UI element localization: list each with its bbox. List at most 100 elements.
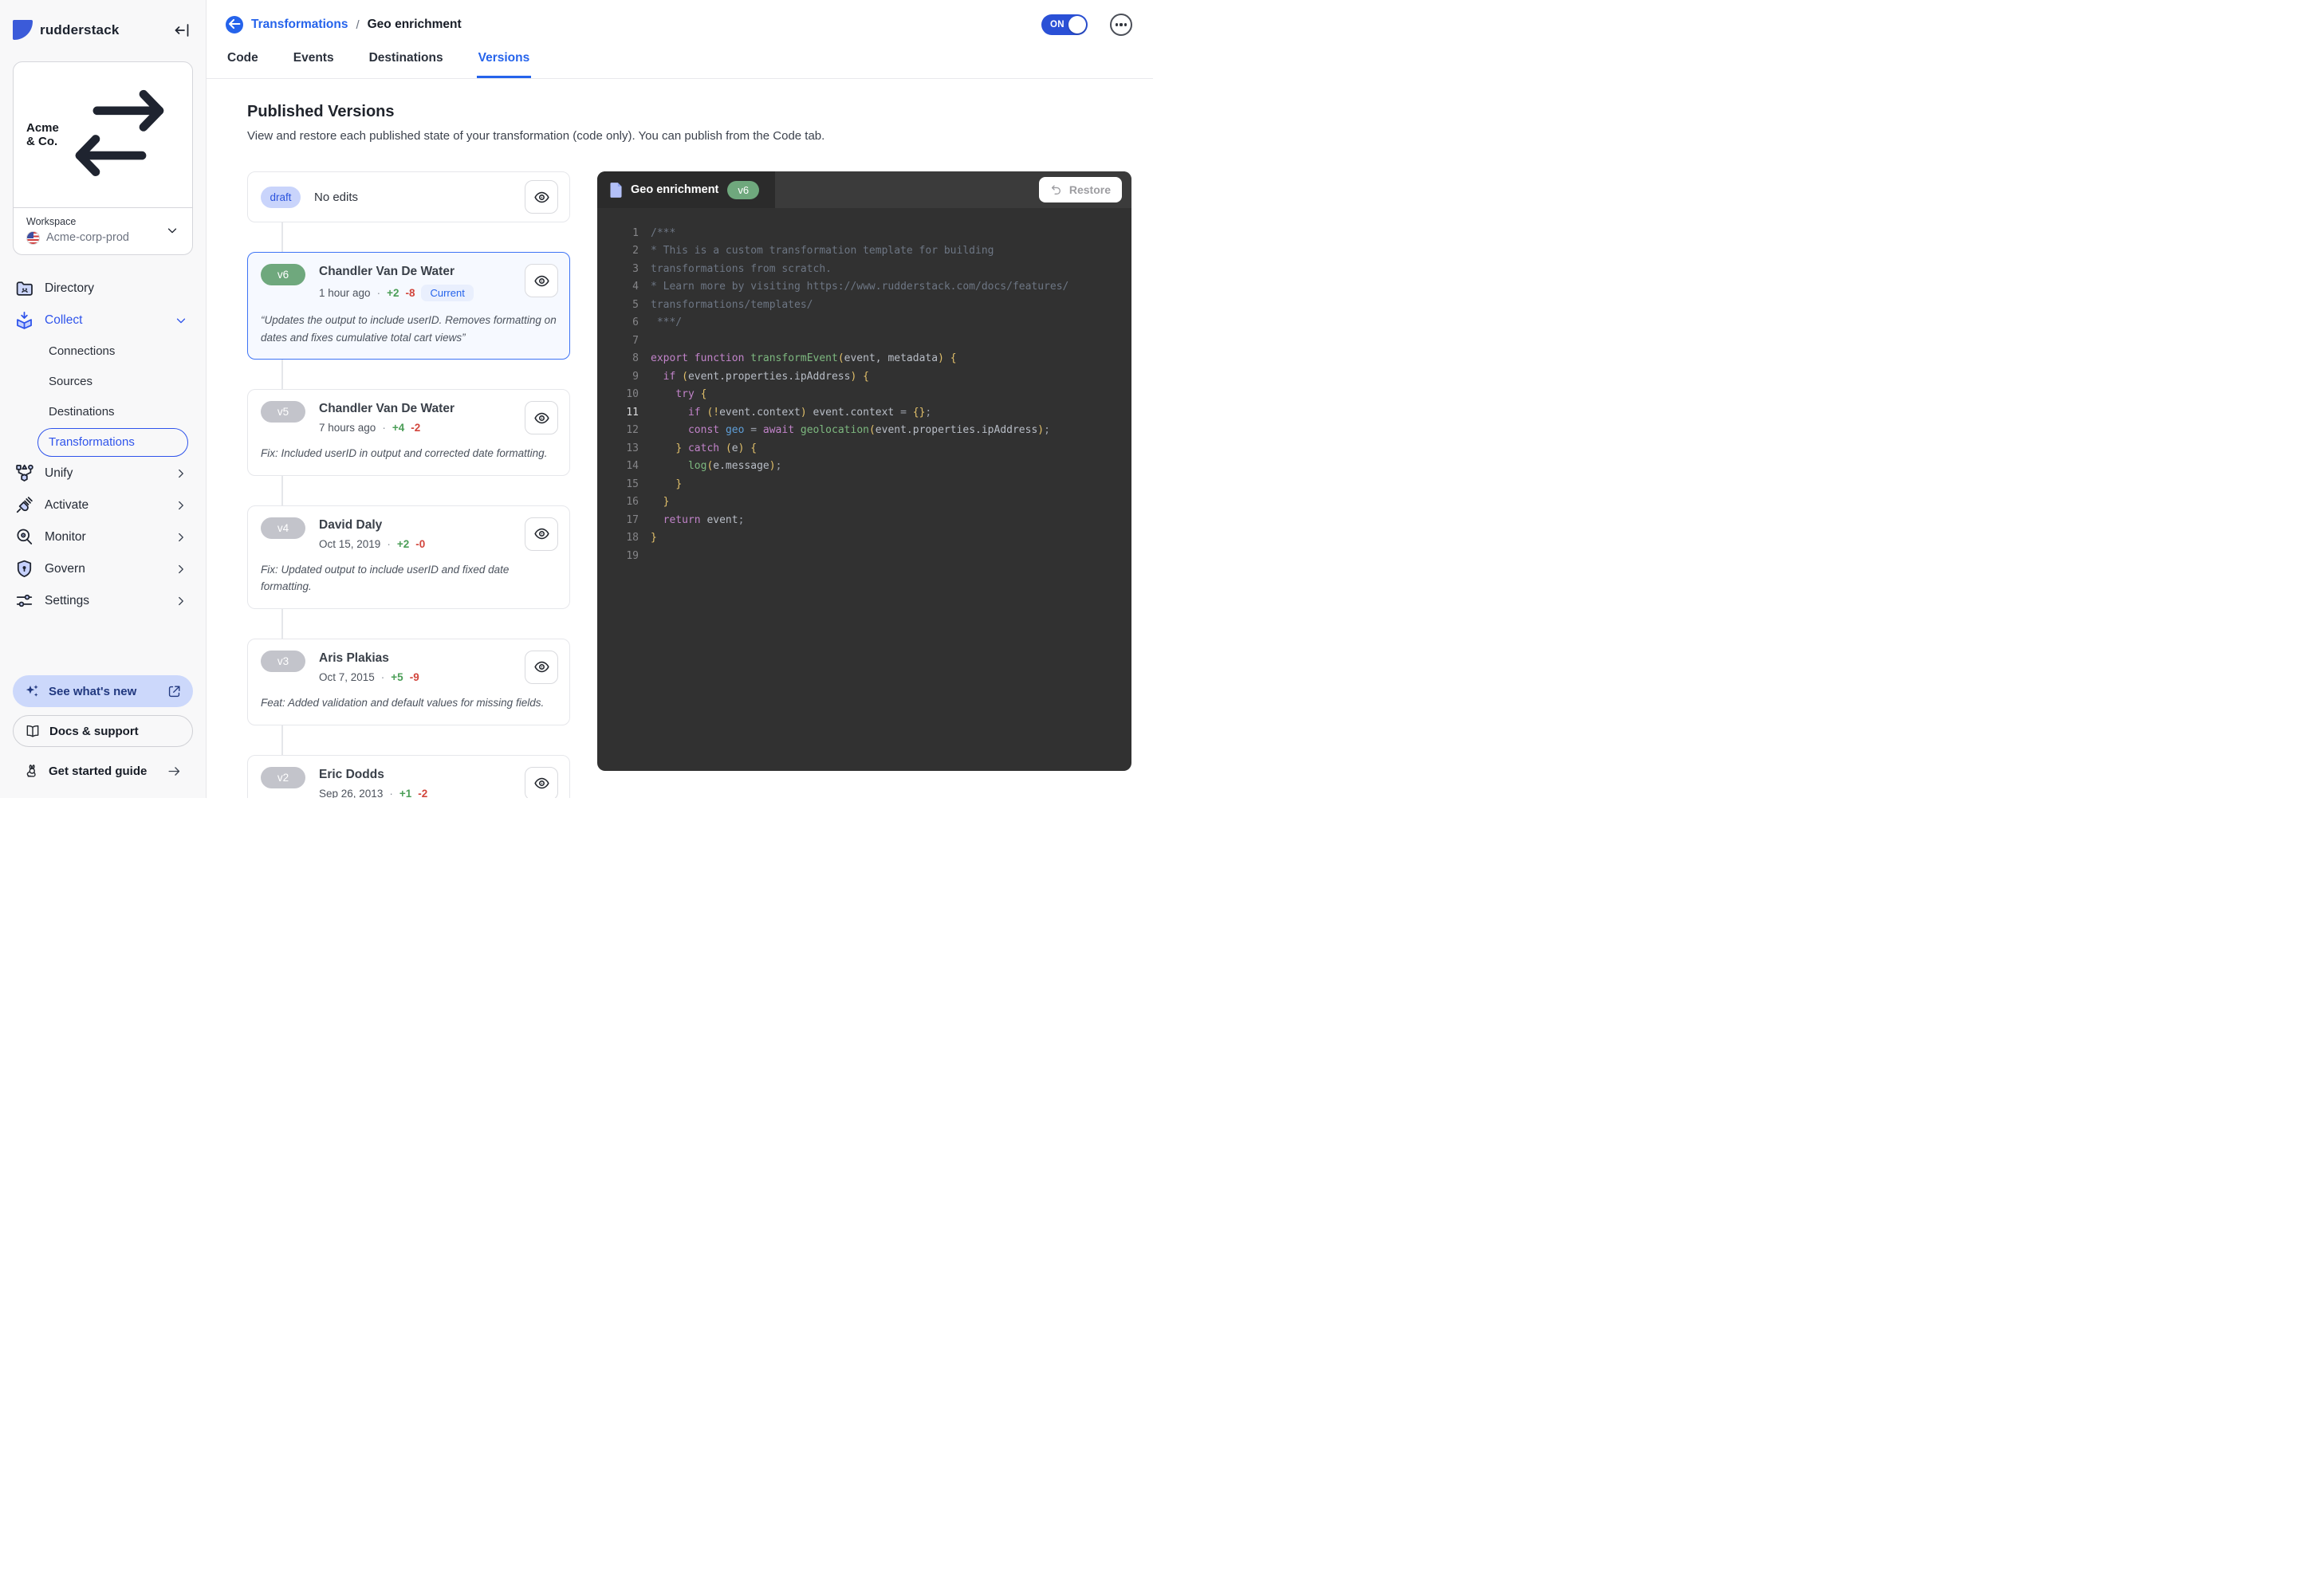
sidebar-item-activate[interactable]: Activate — [13, 489, 193, 521]
sidebar-nav: Directory Collect Connections Sources De… — [0, 273, 206, 617]
code-line: 17 return event; — [597, 511, 1131, 529]
version-tag: draft — [261, 187, 301, 208]
chevron-down-icon — [174, 313, 188, 328]
back-arrow-icon — [226, 15, 243, 35]
sidebar-collapse-button[interactable] — [172, 21, 191, 40]
code-line: 19 — [597, 547, 1131, 565]
tab-versions[interactable]: Versions — [477, 49, 532, 78]
workspace-switcher: Acme & Co. Workspace Acme-corp-prod — [13, 61, 193, 255]
code-line: 9 if (event.properties.ipAddress) { — [597, 368, 1131, 386]
lines-removed: -2 — [418, 788, 427, 798]
code-preview-panel: Geo enrichment v6 Restore 1/***2* This i… — [597, 171, 1131, 771]
preview-version-button[interactable] — [525, 767, 558, 798]
settings-icon — [14, 591, 34, 611]
restore-button[interactable]: Restore — [1039, 177, 1122, 202]
activate-icon — [14, 495, 34, 515]
sidebar-footer-see-what-s-new[interactable]: See what's new — [13, 675, 193, 707]
version-tag: v5 — [261, 401, 305, 423]
app-root: rudderstack Acme & Co. Workspace Acme-co… — [0, 0, 1153, 798]
version-timeline: draft No edits v6 Chandler Van De Water … — [247, 171, 570, 798]
lines-removed: -0 — [415, 538, 425, 550]
lines-added: +2 — [387, 287, 399, 299]
code-panel-header: Geo enrichment v6 Restore — [597, 171, 1131, 208]
version-note: “Updates the output to include userID. R… — [261, 312, 558, 346]
org-switcher-row[interactable]: Acme & Co. — [14, 62, 192, 208]
code-line: 13 } catch (e) { — [597, 439, 1131, 458]
tab-destinations[interactable]: Destinations — [368, 49, 445, 78]
eye-icon — [533, 410, 550, 427]
code-line: 16 } — [597, 493, 1131, 512]
lines-added: +4 — [392, 422, 404, 434]
version-author: David Daly — [319, 518, 511, 533]
code-editor[interactable]: 1/***2* This is a custom transformation … — [597, 208, 1131, 565]
version-card-v3[interactable]: v3 Aris Plakias Oct 7, 2015 · +5 -9 Feat… — [247, 639, 570, 725]
sparkles-icon — [24, 683, 40, 699]
version-author: Chandler Van De Water — [319, 402, 511, 416]
code-line: 5transformations/templates/ — [597, 296, 1131, 314]
brand-row: rudderstack — [0, 0, 206, 40]
version-tag: v6 — [261, 264, 305, 285]
version-meta: Oct 15, 2019 · +2 -0 — [319, 538, 511, 550]
main-area: Transformations / Geo enrichment ON Code… — [207, 0, 1153, 798]
preview-version-button[interactable] — [525, 651, 558, 684]
preview-version-button[interactable] — [525, 180, 558, 214]
workspace-selector-row[interactable]: Workspace Acme-corp-prod — [14, 208, 192, 254]
tab-bar: Code Events Destinations Versions — [207, 49, 1153, 79]
more-options-button[interactable] — [1110, 14, 1132, 36]
version-author: Aris Plakias — [319, 651, 511, 666]
preview-version-button[interactable] — [525, 264, 558, 297]
sidebar-footer-docs-support[interactable]: Docs & support — [13, 715, 193, 747]
version-card-v5[interactable]: v5 Chandler Van De Water 7 hours ago · +… — [247, 389, 570, 476]
chevron-right-icon — [174, 562, 188, 576]
sidebar-item-settings[interactable]: Settings — [13, 585, 193, 617]
code-file-tab: Geo enrichment v6 — [597, 171, 775, 208]
sidebar-item-unify[interactable]: Unify — [13, 458, 193, 489]
version-card-v4[interactable]: v4 David Daly Oct 15, 2019 · +2 -0 Fix: … — [247, 505, 570, 609]
content-area: Published Versions View and restore each… — [207, 79, 1153, 798]
version-meta: Sep 26, 2013 · +1 -2 — [319, 788, 511, 798]
sidebar-item-transformations[interactable]: Transformations — [37, 428, 188, 457]
back-button[interactable] — [226, 16, 243, 33]
external-icon — [167, 684, 182, 699]
version-time: 1 hour ago — [319, 287, 371, 299]
version-time: Oct 7, 2015 — [319, 671, 375, 683]
version-card-v2[interactable]: v2 Eric Dodds Sep 26, 2013 · +1 -2 “Adds… — [247, 755, 570, 798]
eye-icon — [533, 658, 550, 675]
sidebar-item-directory[interactable]: Directory — [13, 273, 193, 305]
version-meta: 7 hours ago · +4 -2 — [319, 422, 511, 434]
page-header: Transformations / Geo enrichment ON — [207, 0, 1153, 49]
sidebar-item-sources[interactable]: Sources — [13, 367, 193, 397]
version-note: Fix: Updated output to include userID an… — [261, 561, 558, 596]
version-tag: v4 — [261, 517, 305, 539]
sidebar-item-govern[interactable]: Govern — [13, 553, 193, 585]
version-time: 7 hours ago — [319, 422, 376, 434]
code-line: 1/*** — [597, 224, 1131, 242]
version-author: No edits — [314, 191, 511, 204]
lines-added: +5 — [391, 671, 403, 683]
tab-events[interactable]: Events — [292, 49, 336, 78]
preview-version-button[interactable] — [525, 517, 558, 551]
breadcrumb-separator: / — [356, 18, 359, 32]
sidebar-item-monitor[interactable]: Monitor — [13, 521, 193, 553]
transformation-enabled-toggle[interactable]: ON — [1041, 14, 1088, 35]
collapse-sidebar-icon — [172, 30, 191, 42]
preview-version-button[interactable] — [525, 401, 558, 434]
version-note: Feat: Added validation and default value… — [261, 694, 558, 712]
sidebar-footer-get-started-guide[interactable]: Get started guide — [13, 755, 193, 787]
breadcrumb-parent-link[interactable]: Transformations — [251, 18, 348, 32]
code-line: 6 ***/ — [597, 314, 1131, 332]
unify-icon — [14, 463, 34, 483]
tab-code[interactable]: Code — [226, 49, 260, 78]
switch-org-icon — [60, 73, 179, 196]
sidebar-item-destinations[interactable]: Destinations — [13, 397, 193, 427]
eye-icon — [533, 273, 550, 289]
rudderstack-logo-icon — [13, 20, 33, 40]
version-card-draft[interactable]: draft No edits — [247, 171, 570, 222]
chevron-down-icon — [165, 223, 179, 238]
version-card-v6[interactable]: v6 Chandler Van De Water 1 hour ago · +2… — [247, 252, 570, 360]
brand-name: rudderstack — [40, 22, 120, 38]
eye-icon — [533, 189, 550, 206]
sidebar-item-connections[interactable]: Connections — [13, 336, 193, 367]
sidebar-item-collect[interactable]: Collect — [13, 305, 193, 336]
code-line: 3transformations from scratch. — [597, 260, 1131, 278]
